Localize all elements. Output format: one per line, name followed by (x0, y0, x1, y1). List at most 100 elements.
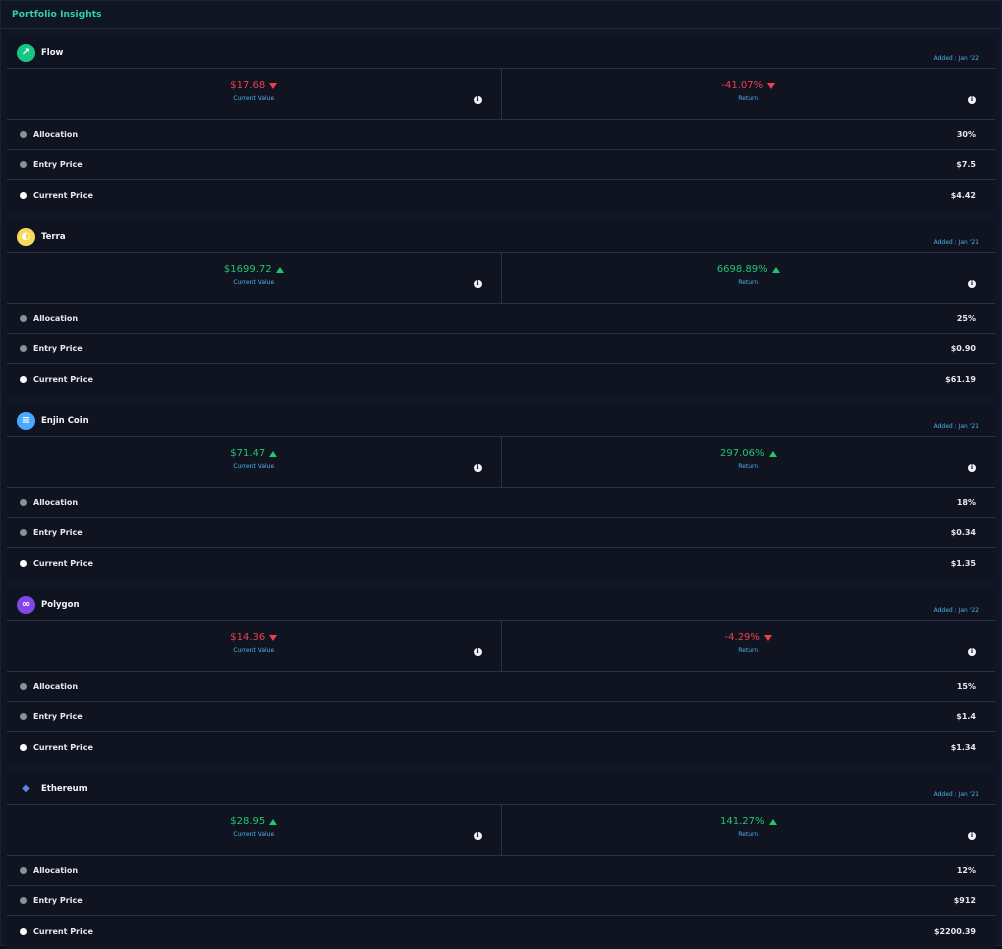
info-icon[interactable]: i (968, 832, 976, 840)
allocation-row: Allocation 30% (7, 120, 995, 150)
entry-price-row: Entry Price $0.90 (7, 334, 995, 364)
bullet-dot-icon (20, 927, 27, 935)
coin-name: Polygon (41, 599, 80, 610)
info-icon[interactable]: i (968, 464, 976, 472)
entry-price-value: $1.4 (956, 712, 976, 721)
return-metric: 6698.89% Return i (500, 253, 996, 303)
info-icon[interactable]: i (968, 96, 976, 104)
current-value: $71.47 (230, 448, 278, 459)
coin-card-flow: ↗ Flow Added : Jan '22 $17.68 Current Va… (7, 37, 995, 213)
return-label: Return (738, 831, 759, 838)
allocation-value: 18% (956, 498, 976, 507)
info-icon[interactable]: i (473, 96, 482, 104)
current-value-text: $71.47 (230, 448, 266, 459)
current-price-row: Current Price $4.42 (7, 180, 995, 210)
page-title: Portfolio Insights (12, 9, 102, 20)
bullet-dot-icon (20, 713, 27, 720)
entry-price-value: $7.5 (956, 160, 976, 169)
return-label: Return (738, 279, 759, 286)
bullet-dot-icon (20, 897, 27, 904)
current-value: $17.68 (230, 80, 278, 91)
info-icon[interactable]: i (473, 832, 482, 840)
current-price-value: $61.19 (945, 374, 976, 384)
current-value-metric: $28.95 Current Value i (7, 805, 501, 855)
info-icon[interactable]: i (473, 648, 482, 656)
return-value-text: 141.27% (720, 816, 765, 827)
allocation-value: 30% (956, 130, 976, 139)
allocation-value: 12% (956, 866, 976, 875)
trend-arrow-icon (767, 82, 776, 89)
bullet-dot-icon (20, 529, 27, 536)
coin-card-polygon: ∞ Polygon Added : Jan '22 $14.36 Current… (7, 589, 995, 765)
coin-metrics: $17.68 Current Value i -41.07% Return i (7, 69, 995, 120)
bullet-dot-icon (20, 683, 27, 690)
coin-card-header: ◐ Terra Added : Jan '21 (7, 221, 995, 253)
entry-price-label: Entry Price (33, 160, 83, 169)
trend-arrow-icon (269, 82, 278, 89)
current-value-text: $17.68 (230, 80, 266, 91)
entry-price-row: Entry Price $0.34 (7, 518, 995, 548)
current-price-row: Current Price $1.35 (7, 548, 995, 578)
coin-metrics: $14.36 Current Value i -4.29% Return i (7, 621, 995, 672)
trend-arrow-icon (763, 634, 772, 641)
entry-price-label: Entry Price (33, 712, 83, 721)
current-price-row: Current Price $1.34 (7, 732, 995, 762)
coin-card-header: ≡ Enjin Coin Added : Jan '21 (7, 405, 995, 437)
current-price-row: Current Price $2200.39 (7, 916, 995, 946)
allocation-label: Allocation (33, 130, 79, 139)
coin-name: Ethereum (41, 783, 88, 794)
allocation-label: Allocation (33, 682, 79, 691)
bullet-dot-icon (20, 867, 27, 874)
entry-price-row: Entry Price $1.4 (7, 702, 995, 732)
trend-arrow-icon (269, 818, 278, 825)
entry-price-value: $0.90 (950, 344, 976, 353)
current-price-label: Current Price (33, 742, 93, 752)
coin-name: Enjin Coin (41, 415, 89, 426)
coin-card-ethereum: ◆ Ethereum Added : Jan '21 $28.95 Curren… (7, 773, 995, 949)
bullet-dot-icon (20, 191, 27, 199)
bullet-dot-icon (20, 345, 27, 352)
return-metric: 141.27% Return i (500, 805, 996, 855)
trend-arrow-icon (771, 266, 780, 273)
entry-price-label: Entry Price (33, 896, 83, 905)
trend-arrow-icon (275, 266, 284, 273)
return-label: Return (738, 95, 759, 102)
return-metric: -4.29% Return i (500, 621, 996, 671)
current-price-value: $1.34 (950, 742, 976, 752)
info-icon[interactable]: i (968, 648, 976, 656)
info-icon[interactable]: i (473, 280, 482, 288)
portfolio-insights-panel: Portfolio Insights ↗ Flow Added : Jan '2… (0, 0, 1002, 949)
panel-header: Portfolio Insights (1, 1, 1001, 29)
allocation-label: Allocation (33, 498, 79, 507)
current-value-metric: $71.47 Current Value i (7, 437, 501, 487)
current-value-label: Current Value (233, 279, 275, 286)
current-price-label: Current Price (33, 374, 93, 384)
return-value-text: -4.29% (724, 632, 760, 643)
return-value: 141.27% (720, 816, 777, 827)
info-icon[interactable]: i (473, 464, 482, 472)
return-label: Return (738, 463, 759, 470)
info-icon[interactable]: i (968, 280, 976, 288)
coin-metrics: $28.95 Current Value i 141.27% Return i (7, 805, 995, 856)
trend-arrow-icon (269, 634, 278, 641)
allocation-label: Allocation (33, 866, 79, 875)
entry-price-row: Entry Price $912 (7, 886, 995, 916)
coin-card-header: ∞ Polygon Added : Jan '22 (7, 589, 995, 621)
current-value-label: Current Value (233, 647, 275, 654)
current-value-metric: $1699.72 Current Value i (7, 253, 501, 303)
return-value: -4.29% (725, 632, 772, 643)
allocation-row: Allocation 25% (7, 304, 995, 334)
current-value-label: Current Value (233, 831, 275, 838)
current-value: $1699.72 (224, 264, 284, 275)
allocation-row: Allocation 18% (7, 488, 995, 518)
coin-card-terra: ◐ Terra Added : Jan '21 $1699.72 Current… (7, 221, 995, 397)
current-value: $28.95 (230, 816, 278, 827)
coin-card-header: ↗ Flow Added : Jan '22 (7, 37, 995, 69)
enjin-icon: ≡ (17, 411, 35, 430)
current-value-label: Current Value (233, 463, 275, 470)
bullet-dot-icon (20, 131, 27, 138)
current-value-label: Current Value (233, 95, 275, 102)
coin-name: Terra (41, 231, 66, 242)
current-value-text: $14.36 (230, 632, 266, 643)
entry-price-value: $912 (953, 896, 976, 905)
